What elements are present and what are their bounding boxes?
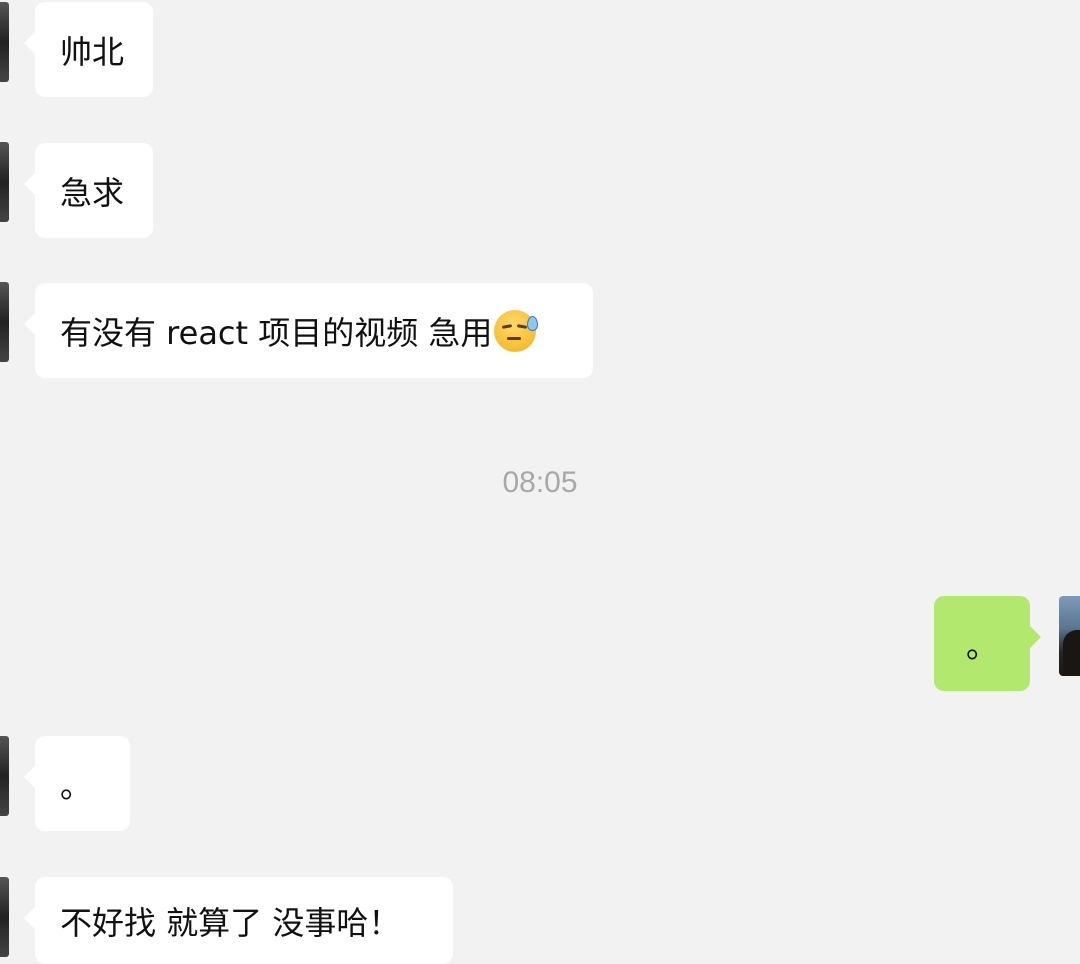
sender-avatar[interactable] <box>0 2 9 82</box>
user-avatar[interactable] <box>1059 596 1080 676</box>
message-bubble-outgoing[interactable]: 。 <box>934 596 1041 691</box>
message-text: 帅北 <box>60 32 125 71</box>
sweat-smile-emoji-icon <box>494 309 539 352</box>
bubble-tail <box>24 173 35 195</box>
message-text: 。 <box>60 766 93 805</box>
message-text: 急求 <box>60 173 125 212</box>
bubble-tail <box>1030 626 1041 648</box>
sender-avatar[interactable] <box>0 877 9 957</box>
message-bubble-incoming[interactable]: 帅北 <box>24 2 153 97</box>
message-text: 有没有 react 项目的视频 急用 <box>60 313 493 352</box>
message-bubble-incoming[interactable]: 不好找 就算了 没事哈！ <box>24 877 453 964</box>
bubble-tail <box>24 313 35 335</box>
message-timestamp: 08:05 <box>502 466 578 499</box>
message-bubble-incoming[interactable]: 急求 <box>24 143 153 238</box>
sender-avatar[interactable] <box>0 282 9 362</box>
sender-avatar[interactable] <box>0 736 9 816</box>
message-bubble-incoming[interactable]: 。 <box>24 736 130 831</box>
message-bubble-incoming[interactable]: 有没有 react 项目的视频 急用 <box>24 283 593 378</box>
avatar-photo <box>1063 630 1080 676</box>
bubble-tail <box>24 32 35 54</box>
message-text: 不好找 就算了 没事哈！ <box>60 903 401 942</box>
sender-avatar[interactable] <box>0 142 9 222</box>
bubble-tail <box>24 907 35 929</box>
bubble-tail <box>24 766 35 788</box>
message-text: 。 <box>965 626 998 665</box>
